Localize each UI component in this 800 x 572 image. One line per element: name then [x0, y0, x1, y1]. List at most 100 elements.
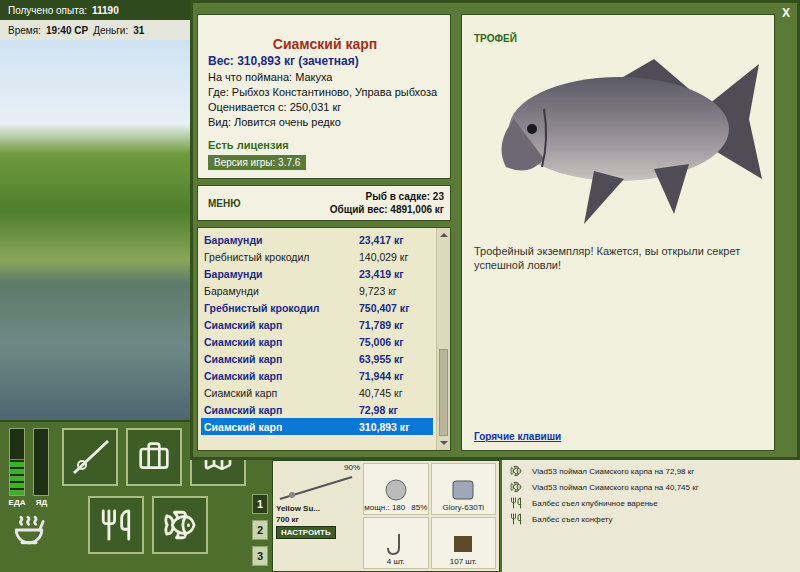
meter-track [33, 428, 49, 496]
reel-caption: мощн.: 180 85% [364, 503, 427, 513]
reel-cell[interactable]: мощн.: 180 85% [363, 463, 429, 515]
meter-row: ЕДА ЯД [9, 428, 50, 507]
log-text: Vlad53 поймал Сиамского карпа на 40,745 … [532, 483, 699, 492]
meter: ЕДА [9, 428, 26, 507]
catch-row[interactable]: Сиамский карп63,955 кг [201, 350, 433, 367]
rod-icon [68, 435, 112, 479]
close-button[interactable]: X [778, 5, 794, 21]
catch-weight: 71,944 кг [359, 370, 433, 382]
eat-button[interactable] [88, 496, 144, 554]
bait-icon [448, 532, 478, 556]
catch-row[interactable]: Сиамский карп75,006 кг [201, 333, 433, 350]
catch-weight: 40,745 кг [359, 387, 433, 399]
meter-label: ЯД [36, 498, 47, 507]
log-text: Vlad53 поймал Сиамского карпа на 72,98 к… [532, 467, 694, 476]
scroll-thumb[interactable] [439, 349, 448, 436]
catch-weight: 63,955 кг [359, 353, 433, 365]
bait-count: 107 шт. [450, 557, 477, 567]
utensils-icon [510, 513, 522, 525]
catch-dialog: XСиамский карпВес: 310,893 кг (зачетная)… [190, 0, 800, 460]
rod-name: Yellow Su... [276, 504, 360, 514]
rod-picture-icon [276, 473, 356, 503]
fish-icon [510, 465, 522, 477]
reel-power: мощн.: 180 [364, 503, 405, 513]
scroll-down-button[interactable] [437, 436, 450, 450]
meter-track [9, 428, 25, 496]
log-entry: Vlad53 поймал Сиамского карпа на 40,745 … [506, 480, 796, 494]
trophy-picture [474, 44, 764, 244]
reel-wear: 85% [411, 503, 427, 513]
rod-slot[interactable]: 1 [252, 494, 268, 514]
meter-fill [10, 459, 24, 495]
tackle-box-icon [138, 441, 170, 473]
log-entry: Балбес съел клубничное варенье [506, 496, 796, 510]
hook-cell[interactable]: 4 шт. [363, 517, 429, 569]
fish-icon [163, 508, 197, 542]
catch-row[interactable]: Сиамский карп72,98 кг [201, 401, 433, 418]
tackle-items: мощн.: 180 85% Glory-630Ti 4 шт. 107 шт. [363, 463, 496, 569]
catch-row[interactable]: Гребнистый крокодил750,407 кг [201, 299, 433, 316]
setup-button[interactable]: НАСТРОИТЬ [276, 526, 336, 539]
catch-weight: 71,789 кг [359, 319, 433, 331]
keepnet-count: Рыб в садке: 23 [366, 190, 444, 203]
catch-row[interactable]: Барамунди23,419 кг [201, 265, 433, 282]
catch-name: Барамунди [204, 234, 359, 246]
catch-weight: 140,029 кг [359, 251, 433, 263]
rod-slot[interactable]: 3 [252, 546, 268, 566]
money-value: 31 [133, 25, 144, 36]
meter: ЯД [33, 428, 49, 507]
log-text: Балбес съел клубничное варенье [532, 499, 658, 508]
catch-name: Сиамский карп [204, 370, 359, 382]
catch-row[interactable]: Сиамский карп71,944 кг [201, 367, 433, 384]
fish-info: Сиамский карпВес: 310,893 кг (зачетная)Н… [197, 14, 451, 179]
catch-row[interactable]: Сиамский карп310,893 кг [201, 418, 433, 435]
log-icon-slot [506, 481, 526, 493]
catch-name: Барамунди [204, 285, 359, 297]
catch-weight: 23,417 кг [359, 234, 433, 246]
fish-detail: Вид: Ловится очень редко [208, 115, 442, 130]
trophy-panel: ТРОФЕЙТрофейный экземпляр! Кажется, вы о… [461, 14, 775, 451]
catch-row[interactable]: Барамунди9,723 кг [201, 282, 433, 299]
log-icon-slot [506, 465, 526, 477]
catch-name: Сиамский карп [204, 421, 359, 433]
catch-weight: 72,98 кг [359, 404, 433, 416]
rod-capacity: 700 кг [276, 515, 360, 525]
utensils-icon [510, 497, 522, 509]
tackle-box-button[interactable] [126, 428, 182, 486]
pot-button[interactable] [6, 510, 52, 550]
tackle-panel: 90%Yellow Su...700 кгНАСТРОИТЬмощн.: 180… [272, 460, 500, 572]
catch-weight: 23,419 кг [359, 268, 433, 280]
catch-name: Гребнистый крокодил [204, 251, 359, 263]
hotkeys-link[interactable]: Горячие клавиши [474, 431, 764, 442]
money-label: Деньги: [93, 25, 128, 36]
line-cell[interactable]: Glory-630Ti [431, 463, 497, 515]
catch-name: Сиамский карп [204, 336, 359, 348]
fish-weight: Вес: 310,893 кг (зачетная) [208, 53, 442, 70]
log-entry: Балбес съел конфету [506, 512, 796, 526]
fish-detail: Оценивается с: 250,031 кг [208, 100, 442, 115]
catch-row[interactable]: Сиамский карп40,745 кг [201, 384, 433, 401]
menu-button[interactable]: МЕНЮ [208, 198, 241, 209]
catch-weight: 750,407 кг [359, 302, 433, 314]
rod-button[interactable] [62, 428, 118, 486]
scrollbar[interactable] [436, 228, 450, 450]
tool-row [58, 496, 246, 554]
rod-cell[interactable]: 90%Yellow Su...700 кгНАСТРОИТЬ [276, 463, 360, 569]
bait-cell[interactable]: 107 шт. [431, 517, 497, 569]
scroll-rail [437, 242, 450, 436]
catch-name: Сиамский карп [204, 319, 359, 331]
meter-label: ЕДА [9, 498, 26, 507]
fish-detail: На что поймана: Макуха [208, 70, 442, 85]
scroll-up-button[interactable] [437, 228, 450, 242]
keepnet-weight: Общий вес: 4891,006 кг [330, 203, 444, 216]
fish-detail: Где: Рыбхоз Константиново, Управа рыбхоз… [208, 85, 442, 100]
rod-slot[interactable]: 2 [252, 520, 268, 540]
catch-weight: 75,006 кг [359, 336, 433, 348]
keepnet-button[interactable] [152, 496, 208, 554]
trophy-text: Трофейный экземпляр! Кажется, вы открыли… [474, 244, 764, 272]
meters: ЕДА ЯД [6, 428, 52, 568]
catch-row[interactable]: Гребнистый крокодил140,029 кг [201, 248, 433, 265]
hook-count: 4 шт. [387, 557, 405, 567]
catch-row[interactable]: Сиамский карп71,789 кг [201, 316, 433, 333]
catch-row[interactable]: Барамунди23,417 кг [201, 231, 433, 248]
